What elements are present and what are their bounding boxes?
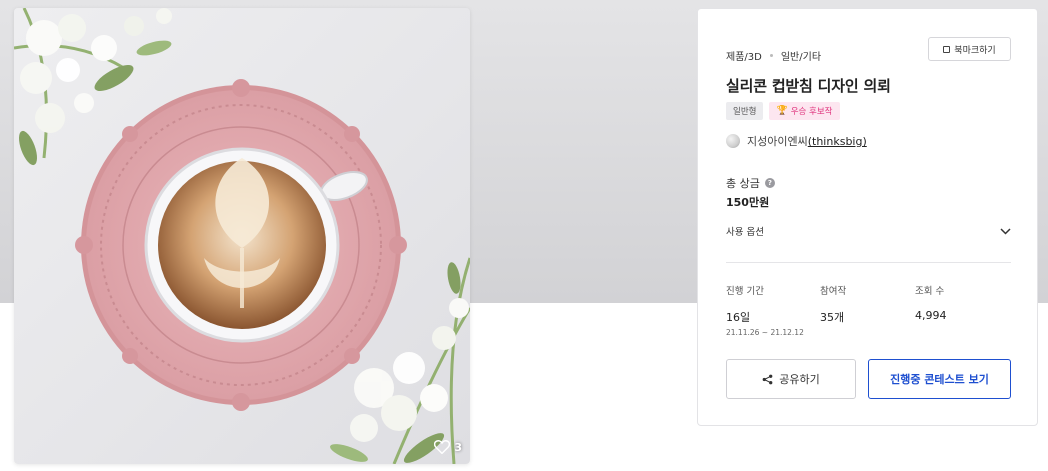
bookmark-icon — [943, 45, 951, 53]
prize-value: 150만원 — [726, 196, 770, 209]
author-handle[interactable]: (thinksbig) — [808, 135, 867, 148]
stat-views-label: 조회 수 — [915, 286, 945, 297]
avatar — [726, 134, 740, 148]
help-icon[interactable]: ? — [764, 178, 775, 188]
stat-period-value: 16일 — [726, 311, 751, 324]
author[interactable]: 지성아이엔씨(thinksbig) — [726, 133, 867, 149]
author-name: 지성아이엔씨 — [747, 135, 808, 148]
bookmark-button[interactable]: 북마크하기 — [928, 37, 1011, 61]
view-ongoing-contests-button[interactable]: 진행중 콘테스트 보기 — [868, 359, 1011, 399]
stat-entries-value: 35개 — [820, 311, 845, 324]
award-badge: 🏆 우승 후보작 — [769, 102, 840, 120]
stat-views: 조회 수 4,994 — [915, 283, 947, 322]
like-button[interactable]: 3 — [434, 440, 462, 454]
view-ongoing-contests-label: 진행중 콘테스트 보기 — [890, 373, 989, 386]
award-label: 우승 후보작 — [790, 107, 833, 117]
trophy-icon: 🏆 — [776, 106, 788, 116]
stat-period-label: 진행 기간 — [726, 286, 764, 297]
stat-entries-label: 참여작 — [820, 286, 847, 297]
breadcrumb-subcategory[interactable]: 일반/기타 — [781, 48, 821, 63]
divider — [726, 262, 1011, 263]
stat-period-range: 21.11.26 ~ 21.12.12 — [726, 328, 804, 337]
share-button[interactable]: 공유하기 — [726, 359, 856, 399]
chevron-down-icon — [1000, 227, 1011, 235]
contest-title: 실리콘 컵받침 디자인 의뢰 — [726, 77, 891, 95]
like-count: 3 — [454, 440, 462, 454]
share-label: 공유하기 — [779, 373, 820, 386]
contest-image-card[interactable]: 3 — [14, 8, 470, 464]
type-badge: 일반형 — [726, 102, 764, 120]
share-icon — [762, 374, 773, 384]
coffee-coaster-image — [14, 8, 470, 464]
prize-label: 총 상금 — [726, 177, 760, 190]
prize-label-row: 총 상금 ? — [726, 175, 775, 191]
stat-views-value: 4,994 — [915, 309, 947, 322]
breadcrumb-category[interactable]: 제품/3D — [726, 48, 762, 63]
heart-icon — [434, 440, 451, 454]
breadcrumb: 제품/3D 일반/기타 — [726, 48, 821, 63]
bookmark-label: 북마크하기 — [954, 45, 996, 56]
breadcrumb-separator — [769, 54, 773, 57]
stat-period: 진행 기간 16일 21.11.26 ~ 21.12.12 — [726, 283, 804, 337]
usage-options-label: 사용 옵션 — [726, 227, 764, 238]
tag-list: 일반형 🏆 우승 후보작 — [726, 102, 840, 120]
stat-entries: 참여작 35개 — [820, 283, 846, 325]
usage-options-toggle[interactable]: 사용 옵션 — [726, 223, 1011, 239]
contest-info-panel: 제품/3D 일반/기타 북마크하기 실리콘 컵받침 디자인 의뢰 일반형 🏆 우… — [697, 8, 1038, 426]
